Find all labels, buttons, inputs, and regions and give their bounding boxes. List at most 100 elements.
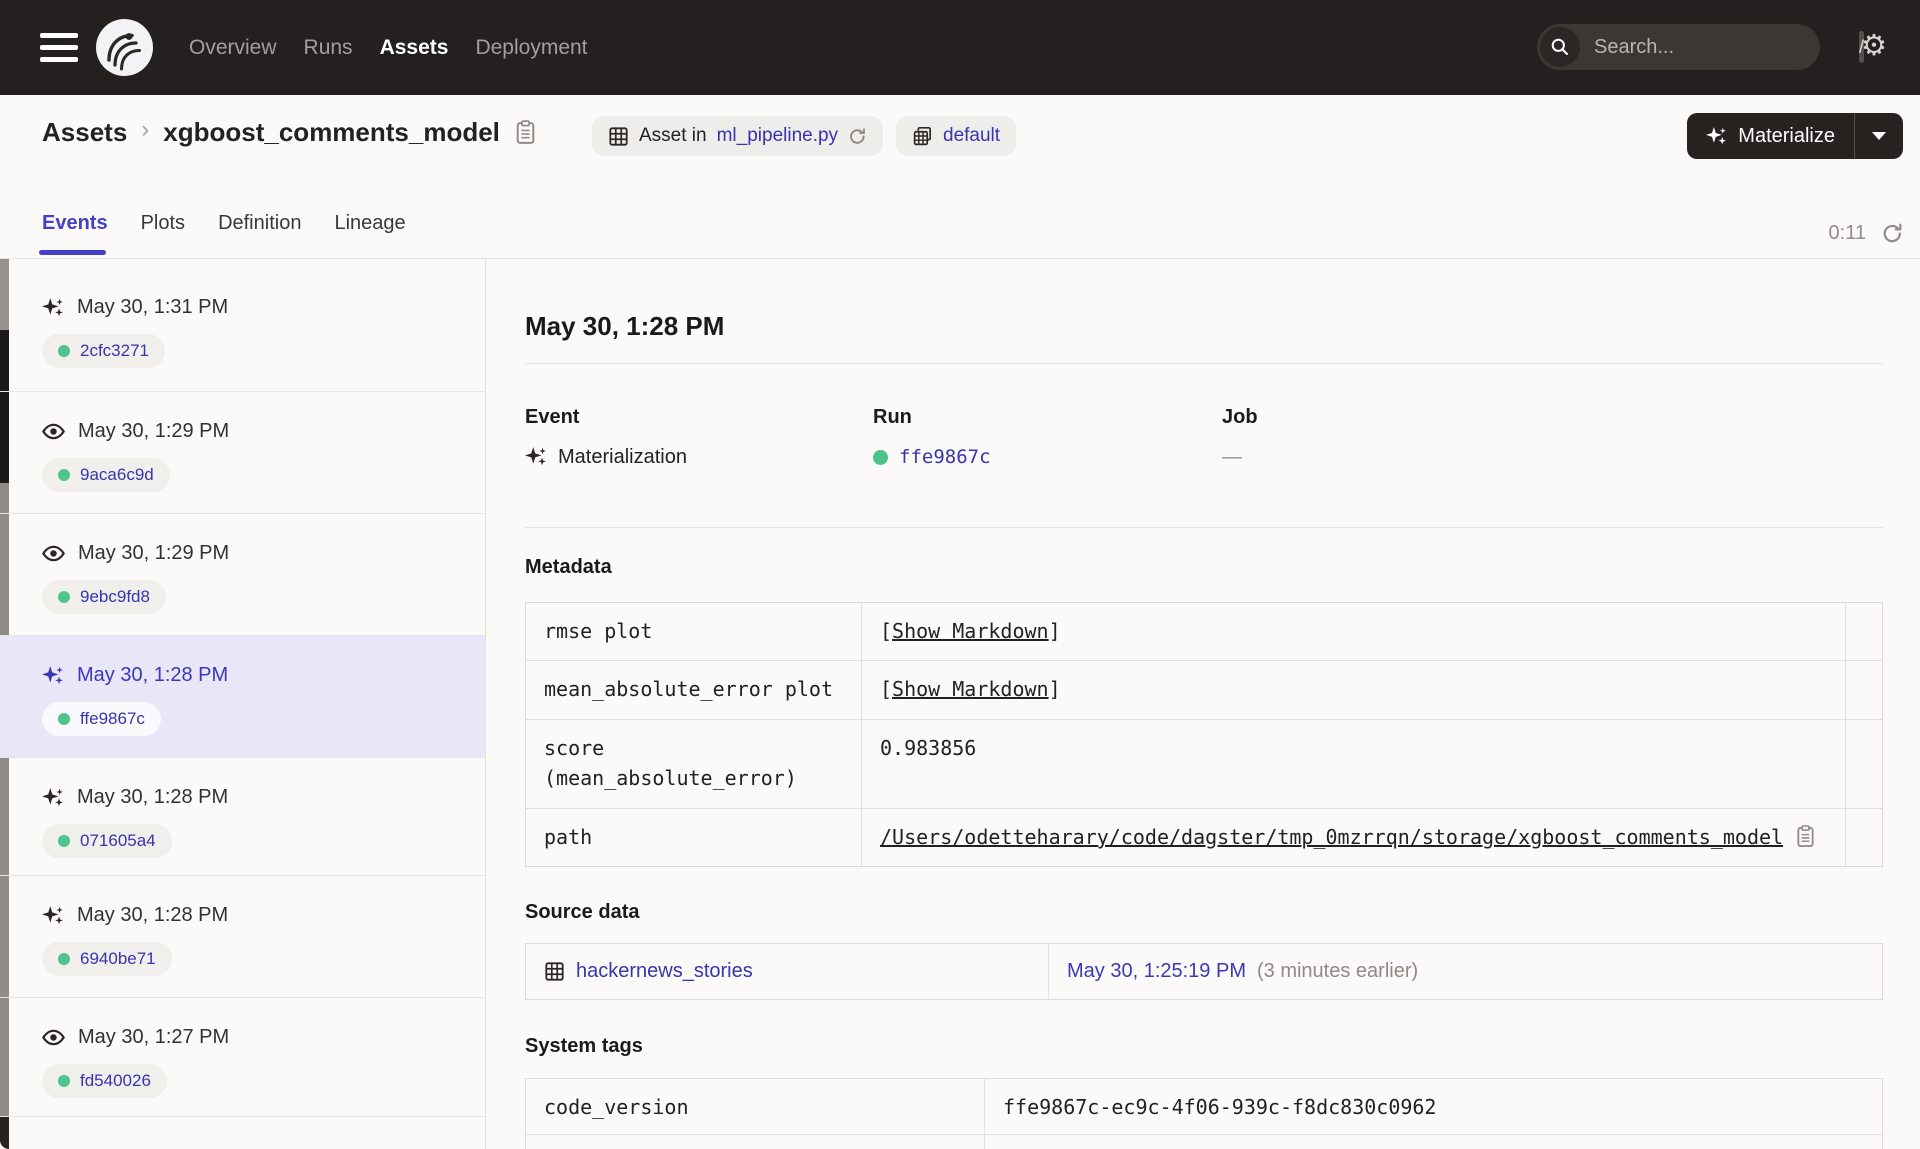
- dagster-asset-page: Overview Runs Assets Deployment / ⚙ Asse…: [0, 0, 1920, 1149]
- metadata-value: 0.983856: [861, 719, 1845, 808]
- asset-header-row: Assets › xgboost_comments_model Asset in…: [0, 95, 1920, 165]
- source-asset-link[interactable]: hackernews_stories: [576, 960, 753, 983]
- event-timestamp: May 30, 1:31 PM: [77, 296, 229, 318]
- system-tags-table: code_version ffe9867c-ec9c-4f06-939c-f8d…: [525, 1078, 1883, 1149]
- refresh-icon[interactable]: [1881, 222, 1904, 245]
- copy-path-icon[interactable]: [1795, 824, 1816, 849]
- metadata-key: path: [526, 808, 861, 866]
- source-data-heading: Source data: [525, 901, 640, 923]
- tab-events[interactable]: Events: [42, 212, 108, 235]
- dagster-logo[interactable]: [96, 19, 153, 76]
- metadata-heading: Metadata: [525, 556, 612, 578]
- code-location-link[interactable]: ml_pipeline.py: [717, 125, 838, 147]
- event-timestamp: May 30, 1:28 PM: [77, 664, 229, 686]
- event-list-sidebar: May 30, 1:31 PM 2cfc3271 May 30, 1:29 PM…: [0, 259, 486, 1149]
- event-summary-values: Materialization ffe9867c —: [525, 442, 1883, 472]
- reload-location-icon[interactable]: [848, 127, 867, 146]
- run-status-dot: [58, 591, 70, 603]
- event-summary-labels: Event Run Job: [525, 404, 1883, 430]
- tab-bar: Events Plots Definition Lineage: [42, 212, 406, 235]
- metadata-value: [Show Markdown]: [861, 660, 1845, 719]
- event-list-item[interactable]: May 30, 1:29 PM 9ebc9fd8: [0, 514, 485, 636]
- run-pill: 071605a4: [42, 824, 172, 858]
- path-link[interactable]: /Users/odetteharary/code/dagster/tmp_0mz…: [880, 822, 1783, 852]
- materialization-sparkles-icon: [42, 905, 64, 927]
- run-status-dot: [58, 1075, 70, 1087]
- metadata-value: [Show Markdown]: [861, 603, 1845, 660]
- metadata-action-cell: [1845, 660, 1882, 719]
- event-timestamp: May 30, 1:29 PM: [78, 420, 230, 442]
- run-status-dot: [58, 953, 70, 965]
- asset-group-tag: default: [896, 116, 1017, 156]
- run-id-link[interactable]: 071605a4: [80, 831, 156, 851]
- breadcrumb: Assets › xgboost_comments_model: [42, 112, 537, 152]
- materialization-sparkles-icon: [42, 665, 64, 687]
- event-timestamp: May 30, 1:27 PM: [78, 1026, 230, 1048]
- active-tab-indicator: [39, 250, 106, 255]
- copy-asset-name-icon[interactable]: [514, 119, 537, 146]
- materialize-split-button: Materialize: [1687, 113, 1903, 159]
- run-pill: ffe9867c: [42, 702, 161, 736]
- run-pill: fd540026: [42, 1064, 167, 1098]
- metadata-key: mean_absolute_error plot: [526, 660, 861, 719]
- nav-overview[interactable]: Overview: [189, 36, 277, 60]
- code-location-prefix: Asset in: [639, 125, 707, 146]
- event-list-item[interactable]: May 30, 1:27 PM fd540026: [0, 998, 485, 1117]
- event-timestamp: May 30, 1:28 PM: [77, 786, 229, 808]
- run-status-dot: [58, 469, 70, 481]
- asset-name: xgboost_comments_model: [163, 116, 500, 147]
- run-id-link[interactable]: 2cfc3271: [80, 341, 149, 361]
- observation-eye-icon: [42, 1026, 65, 1049]
- run-id-link[interactable]: ffe9867c: [80, 709, 145, 729]
- metadata-action-cell: [1845, 808, 1882, 866]
- search-icon: [1540, 27, 1580, 67]
- observation-eye-icon: [42, 542, 65, 565]
- tab-definition[interactable]: Definition: [218, 212, 301, 235]
- event-list-item[interactable]: May 30, 1:29 PM 9aca6c9d: [0, 392, 485, 514]
- source-timestamp-link[interactable]: May 30, 1:25:19 PM: [1067, 960, 1246, 983]
- materialize-button[interactable]: Materialize: [1687, 113, 1854, 159]
- nav-deployment[interactable]: Deployment: [475, 36, 587, 60]
- code-location-tag: Asset in ml_pipeline.py: [592, 116, 884, 156]
- run-label: Run: [873, 406, 912, 428]
- menu-icon[interactable]: [40, 33, 78, 62]
- breadcrumb-assets-link[interactable]: Assets: [42, 117, 127, 148]
- run-id-link[interactable]: 9ebc9fd8: [80, 587, 150, 607]
- metadata-action-cell: [1845, 603, 1882, 660]
- settings-gear-icon[interactable]: ⚙: [1854, 26, 1894, 66]
- run-id-link[interactable]: 6940be71: [80, 949, 156, 969]
- materialization-sparkles-icon: [42, 787, 64, 809]
- metadata-table: rmse plot [Show Markdown] mean_absolute_…: [525, 602, 1883, 867]
- run-id-link[interactable]: ffe9867c: [899, 446, 991, 468]
- event-list-item[interactable]: May 30, 1:28 PM 071605a4: [0, 758, 485, 876]
- search-box[interactable]: /: [1537, 24, 1865, 70]
- metadata-key: rmse plot: [544, 619, 653, 643]
- search-input[interactable]: [1594, 35, 1859, 59]
- nav-runs[interactable]: Runs: [304, 36, 353, 60]
- source-data-table: hackernews_stories May 30, 1:25:19 PM (3…: [525, 943, 1883, 1000]
- event-detail-title: May 30, 1:28 PM: [525, 311, 725, 341]
- asset-tabs-row: Events Plots Definition Lineage 0:11: [0, 165, 1920, 259]
- run-id-link[interactable]: 9aca6c9d: [80, 465, 154, 485]
- sparkles-icon: [1706, 126, 1727, 147]
- divider: [525, 363, 1883, 364]
- tab-lineage[interactable]: Lineage: [334, 212, 405, 235]
- run-pill: 9aca6c9d: [42, 458, 170, 492]
- table-grid-icon: [608, 126, 629, 147]
- caret-down-icon: [1872, 132, 1886, 140]
- system-tags-heading: System tags: [525, 1035, 643, 1057]
- run-id-link[interactable]: fd540026: [80, 1071, 151, 1091]
- event-list-item-selected[interactable]: May 30, 1:28 PM ffe9867c: [0, 636, 485, 758]
- asset-group-link[interactable]: default: [943, 125, 1000, 147]
- event-list-item[interactable]: May 30, 1:28 PM 6940be71: [0, 876, 485, 998]
- primary-nav: Overview Runs Assets Deployment: [189, 0, 588, 95]
- job-label: Job: [1222, 406, 1258, 428]
- observation-eye-icon: [42, 420, 65, 443]
- nav-assets[interactable]: Assets: [380, 36, 449, 60]
- materialize-options-button[interactable]: [1855, 113, 1903, 159]
- event-list-item[interactable]: May 30, 1:31 PM 2cfc3271: [0, 259, 485, 392]
- show-markdown-link[interactable]: [Show Markdown]: [880, 619, 1061, 643]
- run-status-dot: [58, 835, 70, 847]
- tab-plots[interactable]: Plots: [141, 212, 185, 235]
- show-markdown-link[interactable]: [Show Markdown]: [880, 677, 1061, 701]
